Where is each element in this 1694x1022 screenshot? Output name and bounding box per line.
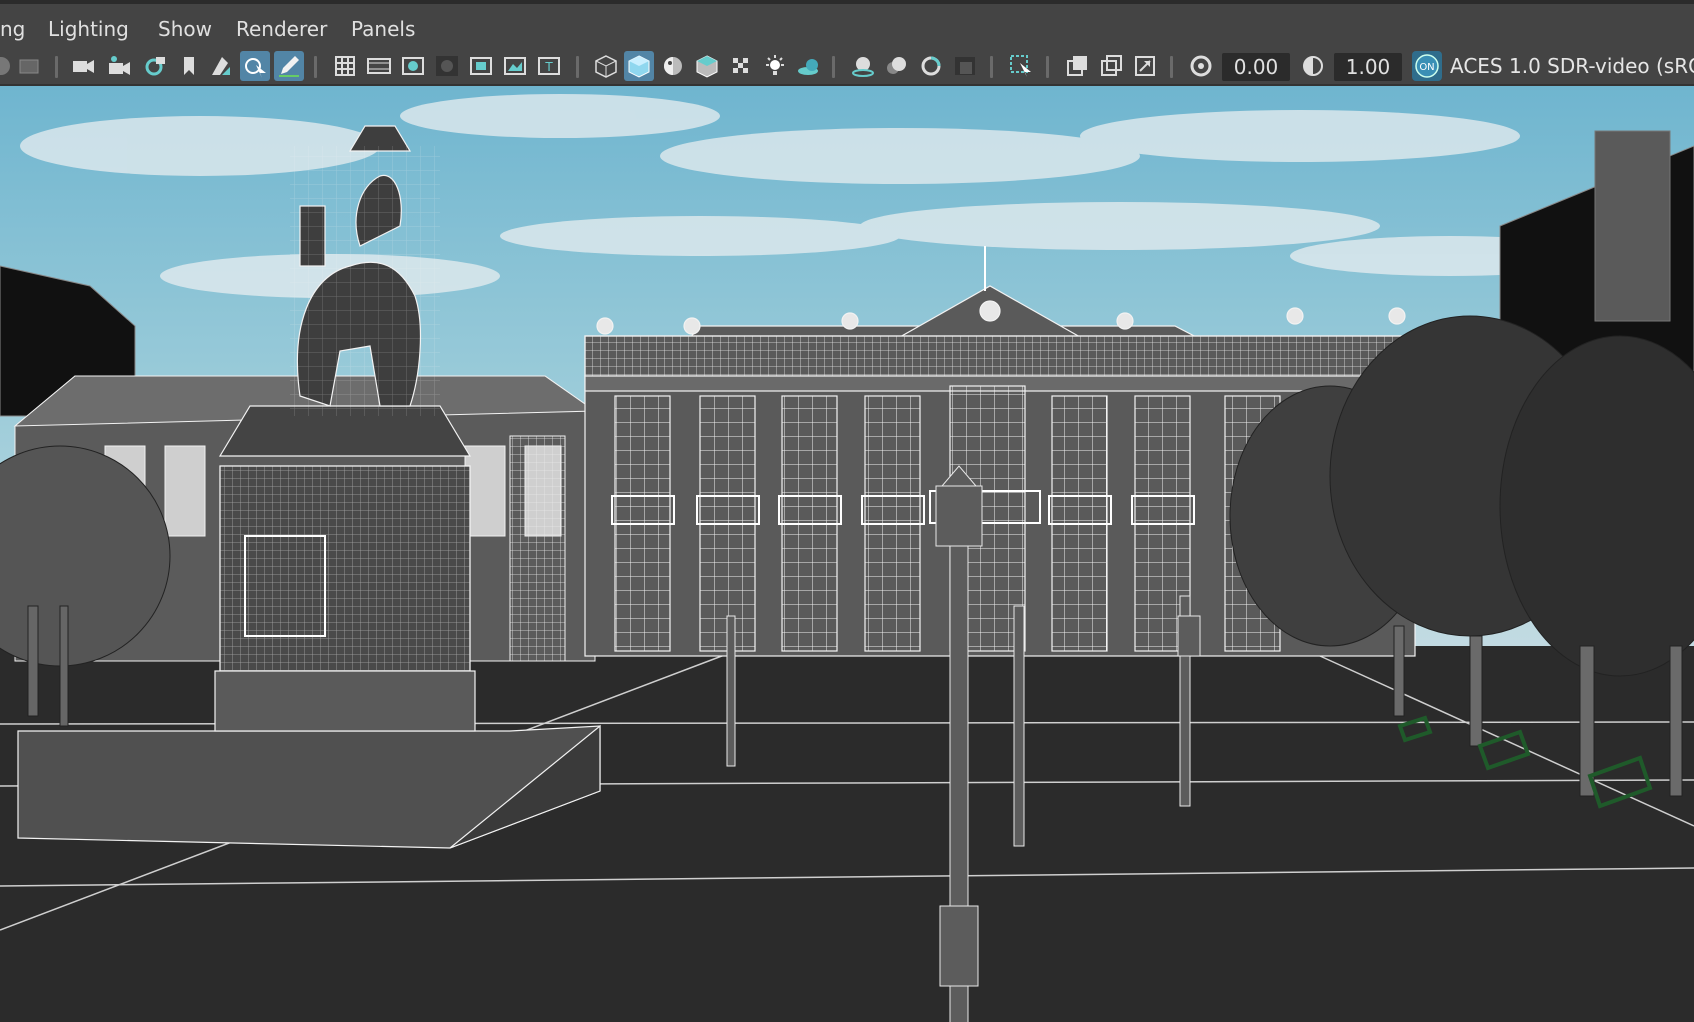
motion-blur-icon[interactable] [882, 51, 912, 81]
gamma-field[interactable]: 1.00 [1334, 53, 1402, 81]
field-chart-icon[interactable] [466, 51, 496, 81]
image-plane-icon[interactable] [206, 51, 236, 81]
viewport-menu-bar: ng Lighting Show Renderer Panels [0, 0, 1694, 48]
grease-pencil-icon[interactable] [274, 51, 304, 81]
isolate-select-icon[interactable] [1006, 51, 1036, 81]
shadows-icon[interactable] [794, 51, 824, 81]
xray-joints-icon[interactable] [1096, 51, 1126, 81]
screen-space-ao-icon[interactable] [848, 51, 878, 81]
resolution-gate-icon[interactable] [398, 51, 428, 81]
color-space-label[interactable]: ACES 1.0 SDR-video (sRG [1450, 54, 1694, 78]
color-management-toggle-label: ON [1419, 62, 1434, 73]
depth-of-field-icon[interactable] [950, 51, 980, 81]
menu-item-show[interactable]: Show [158, 17, 212, 41]
camera-icon[interactable] [68, 51, 98, 81]
grid-icon[interactable] [330, 51, 360, 81]
menu-item-panels[interactable]: Panels [351, 17, 415, 41]
multisample-aa-icon[interactable] [916, 51, 946, 81]
checker-icon[interactable] [726, 51, 756, 81]
gate-mask-icon[interactable] [432, 51, 462, 81]
menu-item-shading[interactable]: ng [0, 17, 25, 41]
exposure-field[interactable]: 0.00 [1222, 53, 1290, 81]
wireframe-on-shaded-icon[interactable] [658, 51, 688, 81]
safe-action-icon[interactable] [500, 51, 530, 81]
smooth-shade-icon[interactable] [624, 51, 654, 81]
menu-item-lighting[interactable]: Lighting [48, 17, 129, 41]
textured-icon[interactable] [692, 51, 722, 81]
scene-render [0, 86, 1694, 1022]
wireframe-icon[interactable] [591, 51, 621, 81]
viewport-toolbar: T 0.00 1.00 ON ACES 1.0 SDR-video (sRG [0, 48, 1694, 86]
gamma-icon[interactable] [1298, 51, 1328, 81]
camera-attributes-icon[interactable] [104, 51, 134, 81]
film-gate-icon[interactable] [364, 51, 394, 81]
lock-camera-icon[interactable] [14, 51, 44, 81]
xray-icon[interactable] [1062, 51, 1092, 81]
camera-settings-icon[interactable] [140, 51, 170, 81]
exposure-icon[interactable] [1186, 51, 1216, 81]
lights-icon[interactable] [760, 51, 790, 81]
safe-title-icon[interactable]: T [534, 51, 564, 81]
bookmark-icon[interactable] [174, 51, 204, 81]
svg-text:T: T [544, 60, 553, 74]
color-management-icon[interactable]: ON [1410, 51, 1444, 81]
xray-components-icon[interactable] [1130, 51, 1160, 81]
menu-item-renderer[interactable]: Renderer [236, 17, 327, 41]
select-camera-icon[interactable] [240, 51, 270, 81]
3d-viewport[interactable] [0, 86, 1694, 1022]
